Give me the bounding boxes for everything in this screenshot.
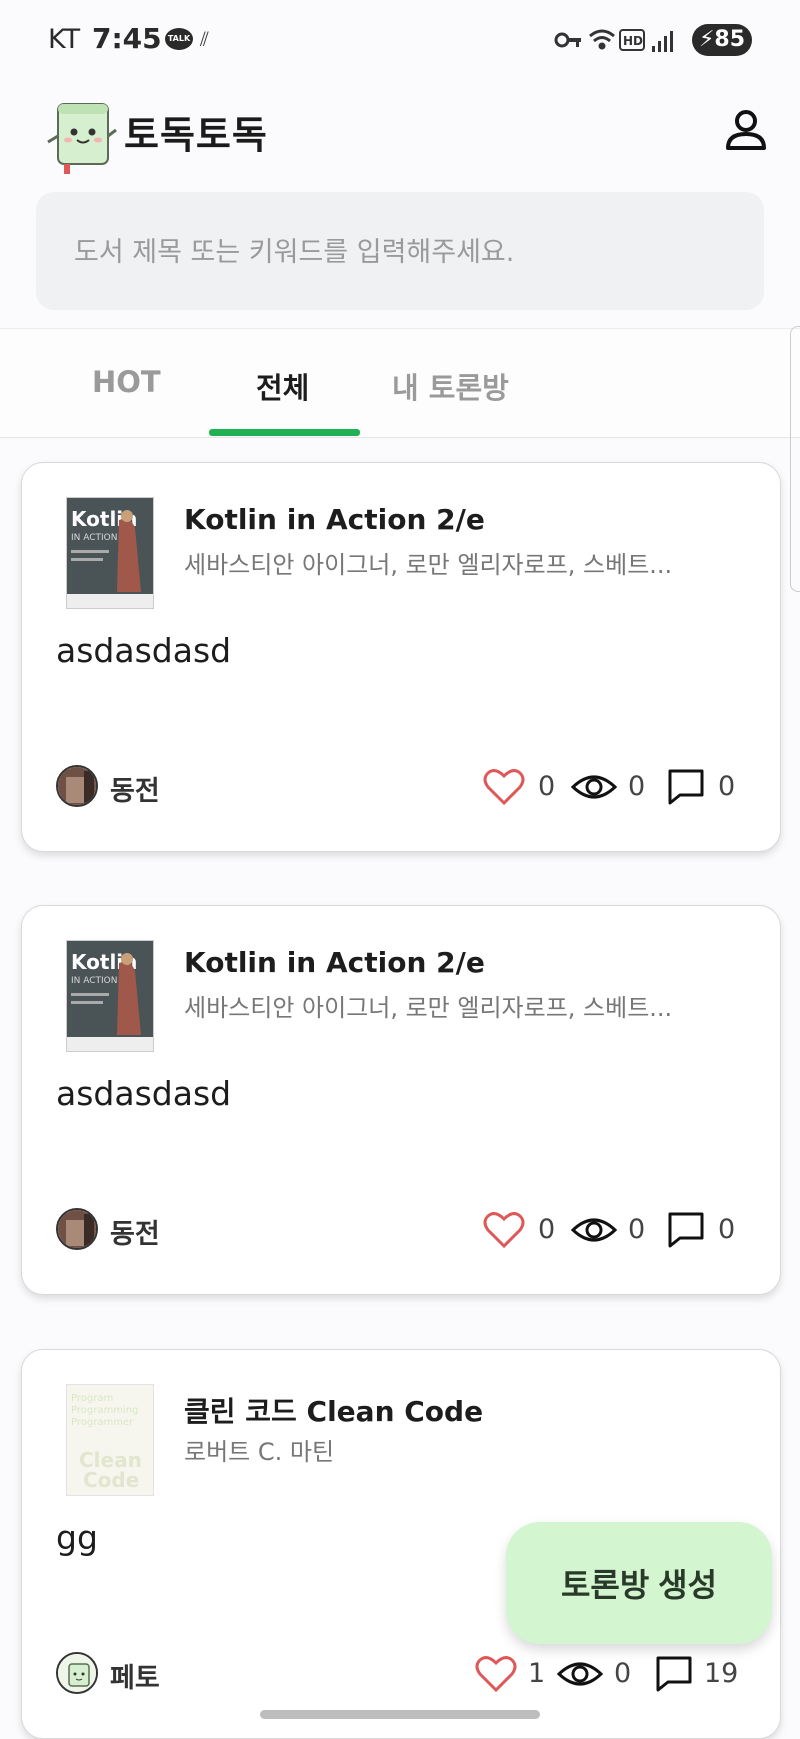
svg-text:Programmer: Programmer bbox=[71, 1417, 134, 1428]
like-count: 1 bbox=[528, 1658, 546, 1689]
signal-icon bbox=[652, 31, 673, 52]
author-name: 동전 bbox=[110, 776, 160, 807]
svg-text:HD: HD bbox=[623, 34, 643, 48]
book-cover: Kotlin IN ACTION bbox=[66, 940, 154, 1052]
tab-bar: HOT 전체 내 토론방 bbox=[0, 328, 800, 438]
create-room-label: 토론방 생성 bbox=[560, 1567, 718, 1603]
battery-level: 85 bbox=[714, 27, 746, 52]
home-indicator[interactable] bbox=[260, 1710, 540, 1719]
vpn-key-icon bbox=[554, 32, 581, 48]
book-author: 세바스티안 아이그너, 로만 엘리자로프, 스베트... bbox=[184, 551, 673, 579]
book-title: Kotlin in Action 2/e bbox=[184, 946, 485, 979]
profile-icon[interactable] bbox=[724, 108, 768, 152]
wifi-icon bbox=[589, 29, 615, 50]
view-count: 0 bbox=[628, 771, 646, 802]
battery-indicator: ⚡85 bbox=[692, 24, 752, 56]
active-tab-indicator bbox=[209, 429, 360, 436]
tab-hot[interactable]: HOT bbox=[92, 365, 161, 399]
eye-icon bbox=[570, 1218, 618, 1242]
post-text: asdasdasd bbox=[56, 631, 232, 670]
search-bar[interactable] bbox=[36, 192, 764, 310]
svg-text:Program: Program bbox=[71, 1393, 113, 1404]
comment-count: 0 bbox=[718, 771, 736, 802]
comment-icon[interactable] bbox=[654, 1654, 694, 1694]
book-title: 클린 코드 Clean Code bbox=[184, 1395, 484, 1428]
svg-text:Programming: Programming bbox=[71, 1405, 138, 1416]
book-title: Kotlin in Action 2/e bbox=[184, 503, 485, 536]
status-icons: HD bbox=[554, 29, 673, 52]
tab-my-rooms[interactable]: 내 토론방 bbox=[392, 365, 509, 407]
avatar bbox=[56, 1208, 98, 1250]
charging-icon: ⚡ bbox=[698, 27, 715, 52]
create-room-button[interactable]: 토론방 생성 bbox=[506, 1522, 772, 1644]
view-count: 0 bbox=[628, 1214, 646, 1245]
book-cover: Kotlin IN ACTION bbox=[66, 497, 154, 609]
search-input[interactable] bbox=[72, 228, 716, 276]
author-name: 페토 bbox=[110, 1663, 160, 1694]
scroll-edge bbox=[790, 326, 800, 592]
tab-all[interactable]: 전체 bbox=[256, 365, 309, 407]
discussion-card[interactable]: Kotlin IN ACTION Kotlin in Action 2/e 세바… bbox=[21, 462, 781, 852]
author-name: 동전 bbox=[110, 1219, 160, 1250]
book-cover: Program Programming Programmer Clean Cod… bbox=[66, 1384, 154, 1496]
heart-icon[interactable] bbox=[474, 1654, 518, 1694]
clock: 7:45 bbox=[92, 22, 162, 55]
comment-icon[interactable] bbox=[666, 767, 706, 807]
svg-text:IN ACTION: IN ACTION bbox=[71, 976, 118, 986]
kakaotalk-icon: TALK bbox=[165, 28, 193, 50]
comment-icon[interactable] bbox=[666, 1210, 706, 1250]
like-count: 0 bbox=[538, 771, 556, 802]
avatar bbox=[56, 1652, 98, 1694]
data-saver-icon: ⫽ bbox=[200, 27, 209, 51]
book-author: 세바스티안 아이그너, 로만 엘리자로프, 스베트... bbox=[184, 994, 673, 1022]
avatar bbox=[56, 765, 98, 807]
app-bar: 토독토독 bbox=[0, 80, 800, 180]
heart-icon[interactable] bbox=[482, 1210, 526, 1250]
comment-count: 0 bbox=[718, 1214, 736, 1245]
post-text: asdasdasd bbox=[56, 1074, 232, 1113]
view-count: 0 bbox=[614, 1658, 632, 1689]
app-title: 토독토독 bbox=[124, 113, 268, 157]
book-author: 로버트 C. 마틴 bbox=[184, 1438, 335, 1466]
heart-icon[interactable] bbox=[482, 767, 526, 807]
book-mascot-logo bbox=[47, 103, 117, 174]
discussion-card[interactable]: Kotlin IN ACTION Kotlin in Action 2/e 세바… bbox=[21, 905, 781, 1295]
comment-count: 19 bbox=[704, 1658, 739, 1689]
post-text: gg bbox=[56, 1518, 98, 1557]
status-bar: KT 7:45 TALK ⫽ HD ⚡85 bbox=[0, 0, 800, 80]
svg-text:Code: Code bbox=[83, 1468, 139, 1492]
svg-text:IN ACTION: IN ACTION bbox=[71, 533, 118, 543]
hd-icon: HD bbox=[619, 29, 645, 51]
like-count: 0 bbox=[538, 1214, 556, 1245]
eye-icon bbox=[556, 1662, 604, 1686]
eye-icon bbox=[570, 775, 618, 799]
carrier-label: KT bbox=[48, 24, 81, 55]
